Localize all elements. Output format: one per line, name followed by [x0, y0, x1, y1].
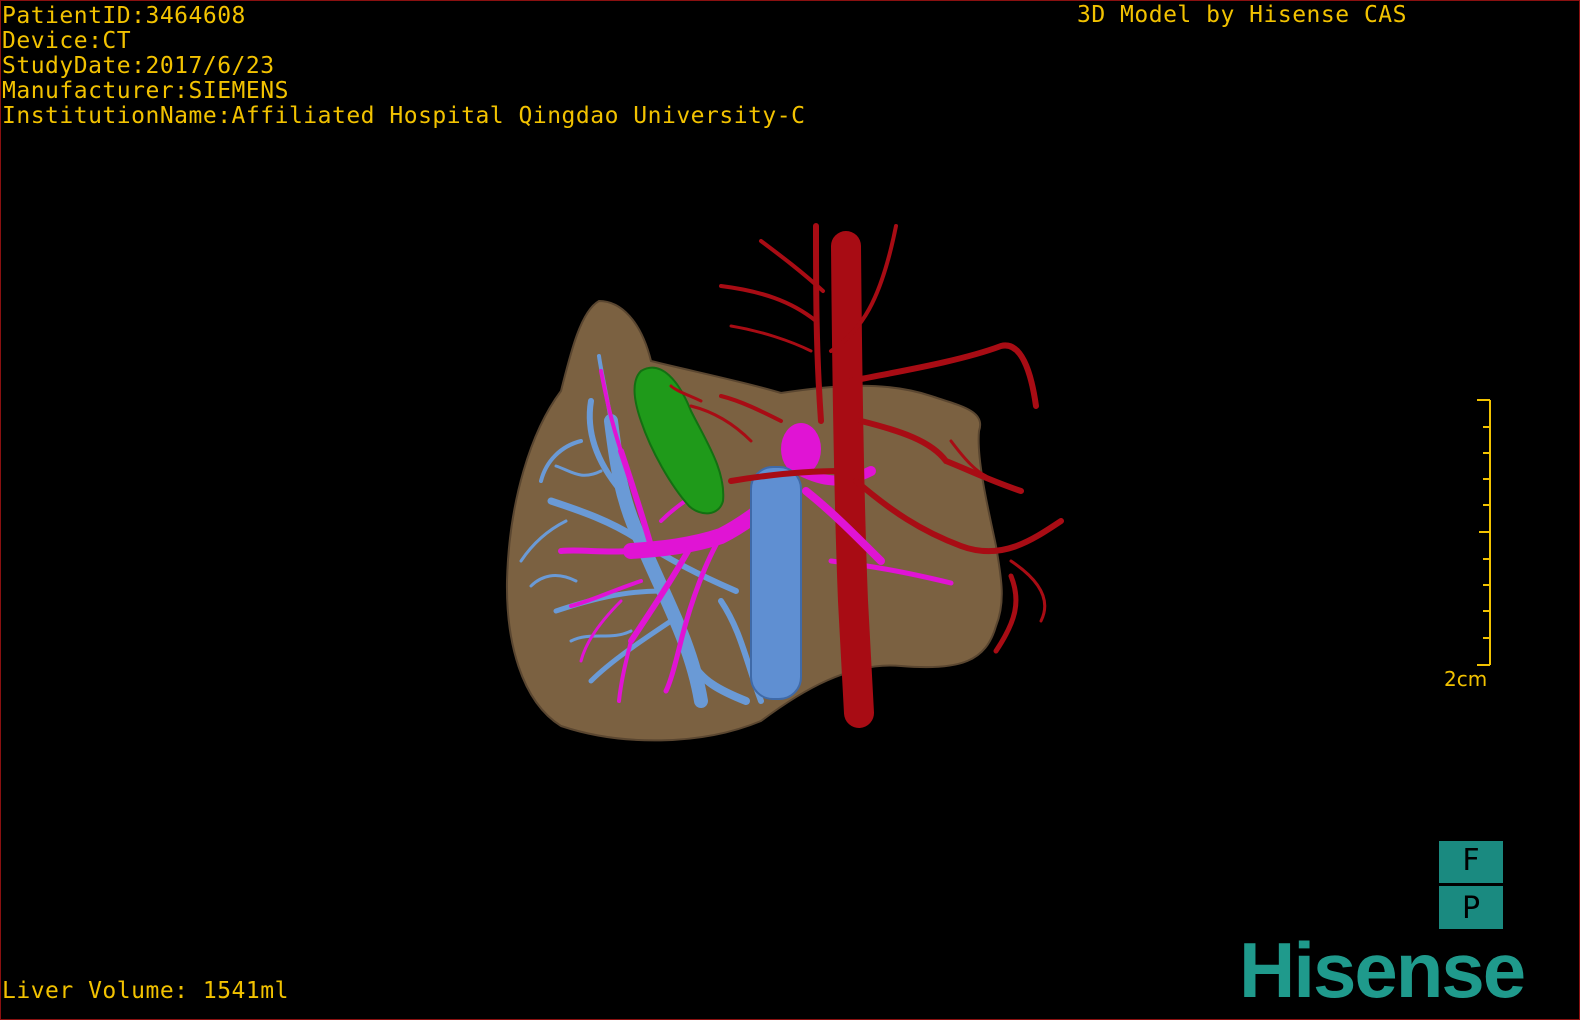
3d-viewport[interactable]: PatientID:3464608 Device:CT StudyDate:20…: [0, 0, 1580, 1020]
orientation-divider: [1439, 883, 1503, 887]
liver-3d-model[interactable]: [1, 1, 1580, 1020]
orientation-bottom-label: P: [1461, 891, 1481, 927]
hisense-logo: Hisense: [1239, 926, 1526, 1014]
scale-label: 2cm: [1444, 667, 1488, 691]
portal-vein-trunk: [781, 423, 821, 475]
orientation-widget[interactable]: F P: [1439, 841, 1503, 929]
scale-ruler: [1477, 399, 1491, 666]
inferior-vena-cava: [750, 466, 802, 700]
orientation-top-label: F: [1462, 842, 1480, 878]
liver-volume-text: Liver Volume: 1541ml: [2, 978, 289, 1004]
